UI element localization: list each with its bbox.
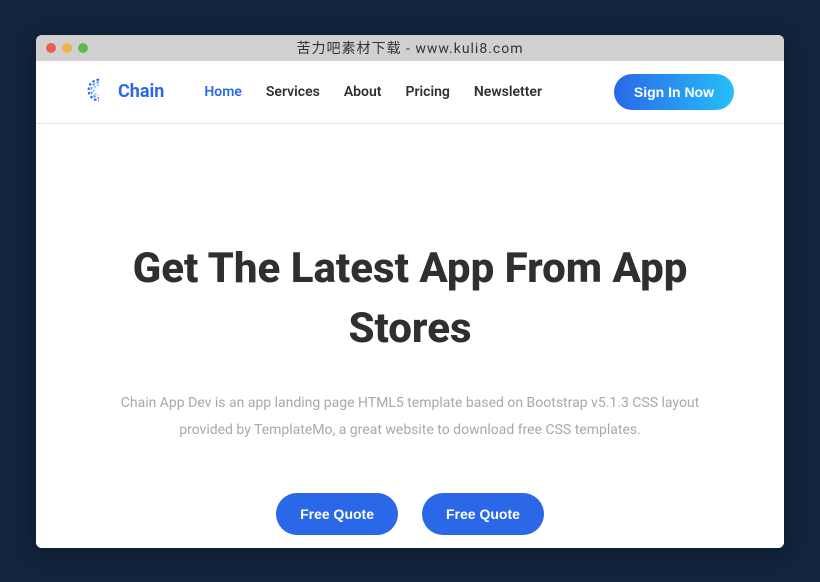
hero-buttons: Free Quote Free Quote <box>76 493 744 535</box>
signin-button[interactable]: Sign In Now <box>614 74 734 110</box>
nav-services[interactable]: Services <box>266 84 320 100</box>
nav-about[interactable]: About <box>344 84 382 100</box>
page-content: Chain Home Services About Pricing Newsle… <box>36 61 784 548</box>
navbar: Chain Home Services About Pricing Newsle… <box>36 61 784 124</box>
hero-title: Get The Latest App From App Stores <box>76 239 744 361</box>
nav-home[interactable]: Home <box>204 84 242 100</box>
maximize-icon[interactable] <box>78 43 88 53</box>
window-title: 苦力吧素材下载 - www.kuli8.com <box>297 38 524 58</box>
chain-icon <box>86 77 112 107</box>
close-icon[interactable] <box>46 43 56 53</box>
free-quote-button-1[interactable]: Free Quote <box>276 493 398 535</box>
traffic-lights <box>46 43 88 53</box>
minimize-icon[interactable] <box>62 43 72 53</box>
browser-titlebar: 苦力吧素材下载 - www.kuli8.com <box>36 35 784 61</box>
nav-pricing[interactable]: Pricing <box>405 84 449 100</box>
hero-section: Get The Latest App From App Stores Chain… <box>36 124 784 536</box>
browser-window: 苦力吧素材下载 - www.kuli8.com Chain Home Servi… <box>36 35 784 548</box>
free-quote-button-2[interactable]: Free Quote <box>422 493 544 535</box>
nav-newsletter[interactable]: Newsletter <box>474 84 542 100</box>
logo[interactable]: Chain <box>86 77 164 107</box>
logo-text: Chain <box>118 81 164 102</box>
nav-links: Home Services About Pricing Newsletter <box>204 84 542 100</box>
hero-description: Chain App Dev is an app landing page HTM… <box>120 390 700 443</box>
